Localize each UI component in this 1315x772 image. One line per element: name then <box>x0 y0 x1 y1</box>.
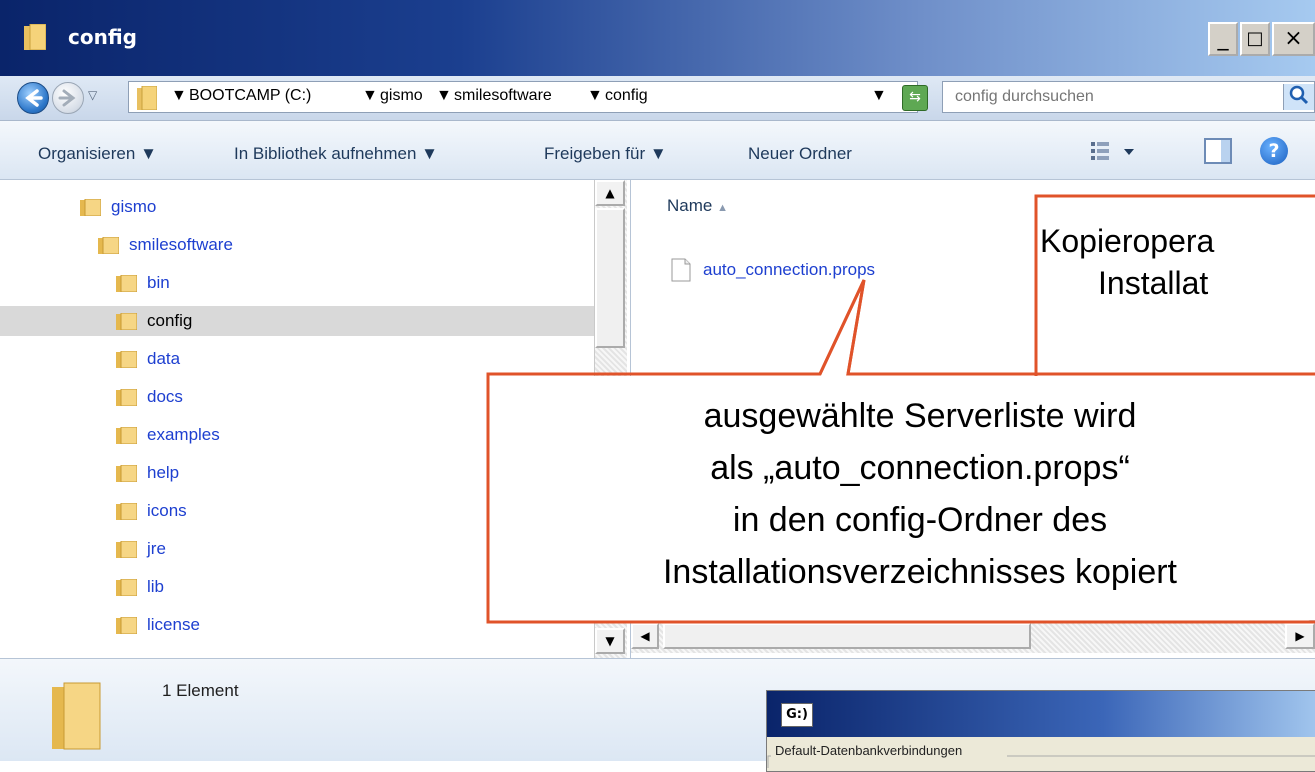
refresh-button[interactable]: ⇆ <box>902 85 928 111</box>
folder-icon <box>80 198 101 216</box>
callout-main-line4: Installationsverzeichnisses kopiert <box>662 553 1178 591</box>
new-folder-button[interactable]: Neuer Ordner <box>748 144 852 164</box>
arrow-left-icon <box>25 89 43 107</box>
callout-main-line3: in den config-Ordner des <box>732 501 1108 539</box>
view-list-icon <box>1091 142 1134 160</box>
tree-item-label: bin <box>147 273 170 292</box>
close-button[interactable]: × <box>1272 22 1315 56</box>
tree-item-gismo[interactable]: gismo <box>0 192 594 222</box>
search-box[interactable] <box>942 81 1315 113</box>
folder-icon <box>98 236 119 254</box>
address-bar[interactable]: ▼ BOOTCAMP (C:) ▼ gismo ▼ smilesoftware … <box>128 81 918 113</box>
callout-main-line1: ausgewählte Serverliste wird <box>703 397 1137 435</box>
breadcrumb-drive[interactable]: BOOTCAMP (C:) <box>189 87 311 105</box>
sort-ascending-icon: ▲ <box>717 202 728 214</box>
folder-icon <box>116 350 137 368</box>
tree-item-label: smilesoftware <box>129 235 233 254</box>
callout-main-line2: als „auto_connection.props“ <box>710 449 1130 487</box>
share-label: Freigeben für <box>544 144 646 163</box>
search-button[interactable] <box>1283 84 1314 110</box>
chevron-down-icon: ▼ <box>140 144 157 163</box>
tree-item-label: help <box>147 463 180 482</box>
history-dropdown-icon[interactable]: ▽ <box>88 88 97 102</box>
organize-menu[interactable]: Organisieren ▼ <box>38 144 157 164</box>
breadcrumb-config[interactable]: config <box>605 87 648 105</box>
chevron-down-icon: ▼ <box>649 144 667 163</box>
tree-item-label: lib <box>147 577 165 596</box>
chevron-down-icon: ▼ <box>421 144 438 163</box>
column-name-header[interactable]: Name ▲ <box>667 196 728 216</box>
address-row: ▽ ▼ BOOTCAMP (C:) ▼ gismo ▼ smilesoftwar… <box>0 76 1315 121</box>
scroll-up-button[interactable]: ▲ <box>595 180 625 206</box>
forward-button[interactable] <box>52 82 84 114</box>
folder-icon <box>116 312 137 330</box>
callout-main-text: ausgewählte Serverliste wird als „auto_c… <box>540 390 1300 598</box>
organize-label: Organisieren <box>38 144 136 163</box>
breadcrumb-smilesoftware[interactable]: smilesoftware <box>454 87 552 105</box>
refresh-icon: ⇆ <box>909 89 921 105</box>
tree-item-label: jre <box>147 539 166 558</box>
group-label: Default-Datenbankverbindungen <box>773 743 965 758</box>
folder-icon <box>116 616 137 634</box>
tree-item-label: data <box>147 349 181 368</box>
tree-item-label: config <box>147 311 193 330</box>
preview-pane-icon <box>1221 140 1230 162</box>
share-menu[interactable]: Freigeben für ▼ <box>544 144 667 164</box>
folder-icon <box>116 464 137 482</box>
back-button[interactable] <box>17 82 49 114</box>
search-icon <box>1289 85 1309 105</box>
arrow-right-icon <box>58 89 76 107</box>
maximize-button[interactable]: □ <box>1240 22 1270 56</box>
folder-icon <box>137 86 157 110</box>
breadcrumb-gismo[interactable]: gismo <box>380 87 423 105</box>
breadcrumb-separator[interactable]: ▼ <box>362 87 378 105</box>
tree-item-label: icons <box>147 501 187 520</box>
library-menu[interactable]: In Bibliothek aufnehmen ▼ <box>234 144 438 164</box>
folder-icon <box>116 274 137 292</box>
library-label: In Bibliothek aufnehmen <box>234 144 417 163</box>
search-input[interactable] <box>943 82 1277 112</box>
window-title: config <box>68 25 137 49</box>
breadcrumb-separator[interactable]: ▼ <box>436 87 452 105</box>
preview-pane-button[interactable] <box>1204 138 1232 164</box>
tree-item-label: gismo <box>111 197 157 216</box>
folder-icon <box>116 502 137 520</box>
folder-icon <box>116 578 137 596</box>
help-button[interactable]: ? <box>1260 137 1288 165</box>
column-name-label: Name <box>667 196 713 215</box>
help-icon: ? <box>1268 140 1280 162</box>
app-logo: G:) <box>781 703 813 727</box>
minimize-button[interactable]: _ <box>1208 22 1238 56</box>
tree-item-label: examples <box>147 425 220 444</box>
app-titlebar[interactable]: G:) <box>767 691 1315 737</box>
view-options-button[interactable] <box>1090 140 1142 168</box>
address-dropdown-icon[interactable]: ▼ <box>871 87 887 105</box>
tree-item-label: license <box>147 615 200 634</box>
tree-item-label: docs <box>147 387 183 406</box>
folder-icon <box>116 540 137 558</box>
folder-large-icon <box>52 682 101 750</box>
window-titlebar[interactable]: config _ □ × <box>0 0 1315 76</box>
command-toolbar: Organisieren ▼ In Bibliothek aufnehmen ▼… <box>0 121 1315 180</box>
item-count: 1 Element <box>162 681 239 700</box>
folder-icon <box>116 426 137 444</box>
breadcrumb-separator[interactable]: ▼ <box>171 87 187 105</box>
breadcrumb-separator[interactable]: ▼ <box>587 87 603 105</box>
folder-icon <box>116 388 137 406</box>
folder-icon <box>24 23 47 51</box>
